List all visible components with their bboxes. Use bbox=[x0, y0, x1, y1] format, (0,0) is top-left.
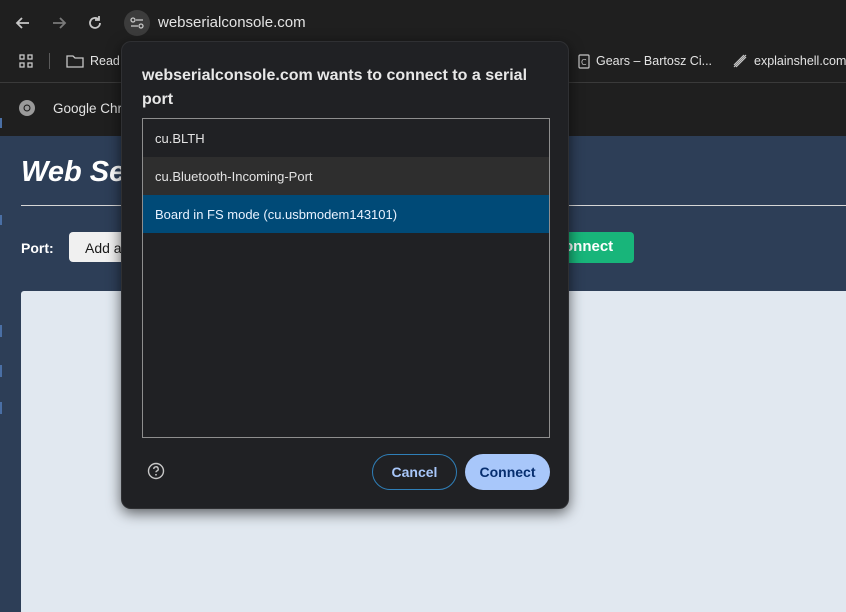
bookmark-read[interactable]: Read bbox=[66, 47, 120, 75]
back-arrow-icon[interactable] bbox=[10, 10, 36, 36]
bookmark-label: Read bbox=[90, 54, 120, 68]
svg-text:C: C bbox=[581, 58, 587, 67]
cancel-button[interactable]: Cancel bbox=[372, 454, 457, 490]
forward-arrow-icon[interactable] bbox=[46, 10, 72, 36]
window-edge-marker bbox=[0, 118, 2, 128]
serial-port-dialog: webserialconsole.com wants to connect to… bbox=[121, 41, 569, 509]
connect-button[interactable]: Connect bbox=[465, 454, 550, 490]
window-edge-marker bbox=[0, 325, 2, 337]
apps-grid-icon[interactable] bbox=[18, 47, 34, 75]
infobar-text: Google Chr bbox=[53, 101, 123, 116]
bookmark-label: explainshell.com bbox=[754, 54, 846, 68]
port-item[interactable]: cu.Bluetooth-Incoming-Port bbox=[143, 157, 549, 195]
page-icon: C bbox=[578, 53, 590, 69]
bookmark-gears[interactable]: C Gears – Bartosz Ci... bbox=[578, 47, 712, 75]
port-item-selected[interactable]: Board in FS mode (cu.usbmodem143101) bbox=[143, 195, 549, 233]
dialog-title: webserialconsole.com wants to connect to… bbox=[142, 67, 528, 108]
window-edge-marker bbox=[0, 402, 2, 414]
bookmark-label: Gears – Bartosz Ci... bbox=[596, 54, 713, 68]
browser-toolbar: webserialconsole.com bbox=[0, 0, 846, 47]
bookmark-explainshell[interactable]: explainshell.com bbox=[732, 47, 846, 75]
port-label: Port: bbox=[21, 240, 54, 256]
chrome-logo-icon bbox=[18, 99, 36, 122]
help-icon[interactable] bbox=[147, 462, 165, 480]
folder-icon bbox=[66, 55, 84, 68]
port-list[interactable]: cu.BLTH cu.Bluetooth-Incoming-Port Board… bbox=[142, 118, 550, 438]
site-settings-icon[interactable] bbox=[124, 10, 150, 36]
explainshell-icon bbox=[733, 54, 747, 68]
address-bar-url[interactable]: webserialconsole.com bbox=[158, 14, 306, 31]
window-edge-marker bbox=[0, 215, 2, 225]
bookmark-separator bbox=[49, 53, 50, 69]
page-title: Web Se bbox=[21, 156, 126, 188]
port-item[interactable]: cu.BLTH bbox=[143, 119, 549, 157]
window-edge-marker bbox=[0, 365, 2, 377]
reload-icon[interactable] bbox=[82, 10, 108, 36]
